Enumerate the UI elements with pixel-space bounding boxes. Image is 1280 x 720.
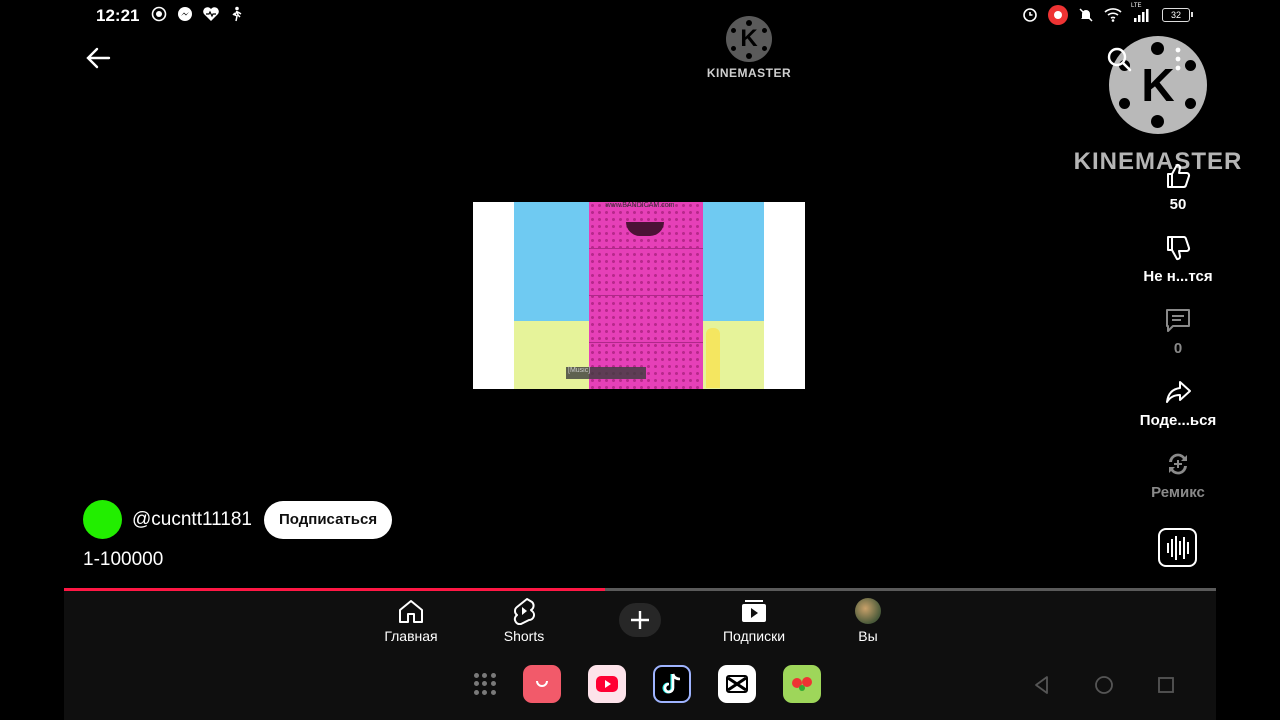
share-icon (1162, 376, 1194, 408)
health-icon (202, 5, 220, 23)
share-label: Поде...ься (1139, 412, 1217, 429)
kinemaster-name: KINEMASTER (706, 66, 792, 80)
more-vertical-icon (1175, 47, 1181, 71)
video-title[interactable]: 1-100000 (83, 549, 163, 571)
nav-home[interactable]: Главная (366, 596, 456, 644)
nav-you[interactable]: Вы (823, 596, 913, 644)
kinemaster-watermark-small: K KINEMASTER (706, 16, 792, 80)
video-character (589, 202, 703, 389)
network-label: LTE (1131, 3, 1142, 9)
sound-button[interactable] (1158, 528, 1197, 567)
tiktok-app-icon[interactable] (653, 665, 691, 703)
status-icons-right: LTE 32 (1021, 3, 1193, 25)
nav-subscriptions[interactable]: Подписки (709, 596, 799, 644)
alarm-icon (1021, 6, 1039, 24)
video-frame: www.BANDICAM.com [Music] (514, 202, 764, 389)
like-button[interactable]: 50 (1128, 160, 1228, 213)
sound-wave-icon (1166, 535, 1189, 560)
share-button[interactable]: Поде...ься (1128, 376, 1228, 429)
nav-shorts[interactable]: Shorts (479, 596, 569, 644)
video-player[interactable]: www.BANDICAM.com [Music] (473, 202, 805, 389)
screen-record-icon (1048, 5, 1068, 25)
comment-icon (1162, 304, 1194, 336)
walk-icon (228, 5, 246, 23)
system-recents-button[interactable] (1154, 673, 1178, 697)
channel-avatar[interactable] (83, 500, 122, 539)
status-bar: 12:21 LTE 32 (0, 0, 1280, 30)
shorts-icon (509, 596, 539, 626)
home-icon (396, 596, 426, 626)
signal-icon: LTE (1131, 3, 1153, 24)
status-time: 12:21 (96, 6, 140, 25)
dislike-label: Не н...тся (1143, 268, 1213, 285)
subscribe-button[interactable]: Подписаться (264, 500, 393, 539)
record-icon (150, 5, 168, 23)
plus-icon (631, 611, 649, 629)
youtube-app-icon[interactable] (588, 665, 626, 703)
nav-you-label: Вы (858, 628, 878, 644)
mute-icon (1077, 6, 1095, 24)
remix-button[interactable]: Ремикс (1128, 448, 1228, 501)
battery-icon: 32 (1162, 8, 1193, 22)
kinemaster-watermark-large: K KINEMASTER (1070, 36, 1246, 176)
square-recents-icon (1158, 677, 1174, 693)
system-back-button[interactable] (1030, 673, 1054, 697)
nav-home-label: Главная (384, 628, 438, 644)
status-icons-left (150, 5, 246, 23)
like-count: 50 (1169, 196, 1187, 213)
channel-info: @cucntt11181 Подписаться (83, 500, 393, 539)
thumbs-down-icon (1162, 232, 1194, 264)
comments-count: 0 (1173, 340, 1183, 357)
system-home-button[interactable] (1092, 673, 1116, 697)
you-avatar (855, 598, 881, 624)
create-button[interactable] (619, 603, 661, 637)
messenger-icon (176, 5, 194, 23)
circle-home-icon (1095, 676, 1113, 694)
video-caption: [Music] (566, 367, 646, 379)
video-watermark: www.BANDICAM.com (605, 202, 675, 209)
more-options-button[interactable] (1168, 44, 1188, 74)
battery-level: 32 (1170, 10, 1181, 20)
search-button[interactable] (1104, 44, 1134, 74)
remix-label: Ремикс (1151, 484, 1205, 501)
kinemaster-logo-letter: K (740, 25, 758, 52)
wifi-icon (1104, 6, 1122, 24)
game-app-icon[interactable] (783, 665, 821, 703)
kinemaster-logo-icon: K (726, 16, 772, 62)
arrow-left-icon (86, 47, 111, 69)
comments-button[interactable]: 0 (1128, 304, 1228, 357)
nav-shorts-label: Shorts (503, 628, 545, 644)
subscriptions-icon (739, 596, 769, 626)
remix-icon (1162, 448, 1194, 480)
system-dock (64, 651, 1216, 720)
app-icon-pink[interactable] (523, 665, 561, 703)
nav-subscriptions-label: Подписки (722, 628, 786, 644)
app-drawer-icon[interactable] (474, 673, 496, 695)
search-icon (1107, 47, 1132, 72)
back-button[interactable] (82, 42, 114, 74)
dislike-button[interactable]: Не н...тся (1128, 232, 1228, 285)
bottom-navigation: Главная Shorts Подписки Вы (64, 591, 1216, 651)
triangle-back-icon (1035, 676, 1048, 694)
thumbs-up-icon (1162, 160, 1194, 192)
capcut-app-icon[interactable] (718, 665, 756, 703)
channel-handle[interactable]: @cucntt11181 (132, 509, 252, 531)
